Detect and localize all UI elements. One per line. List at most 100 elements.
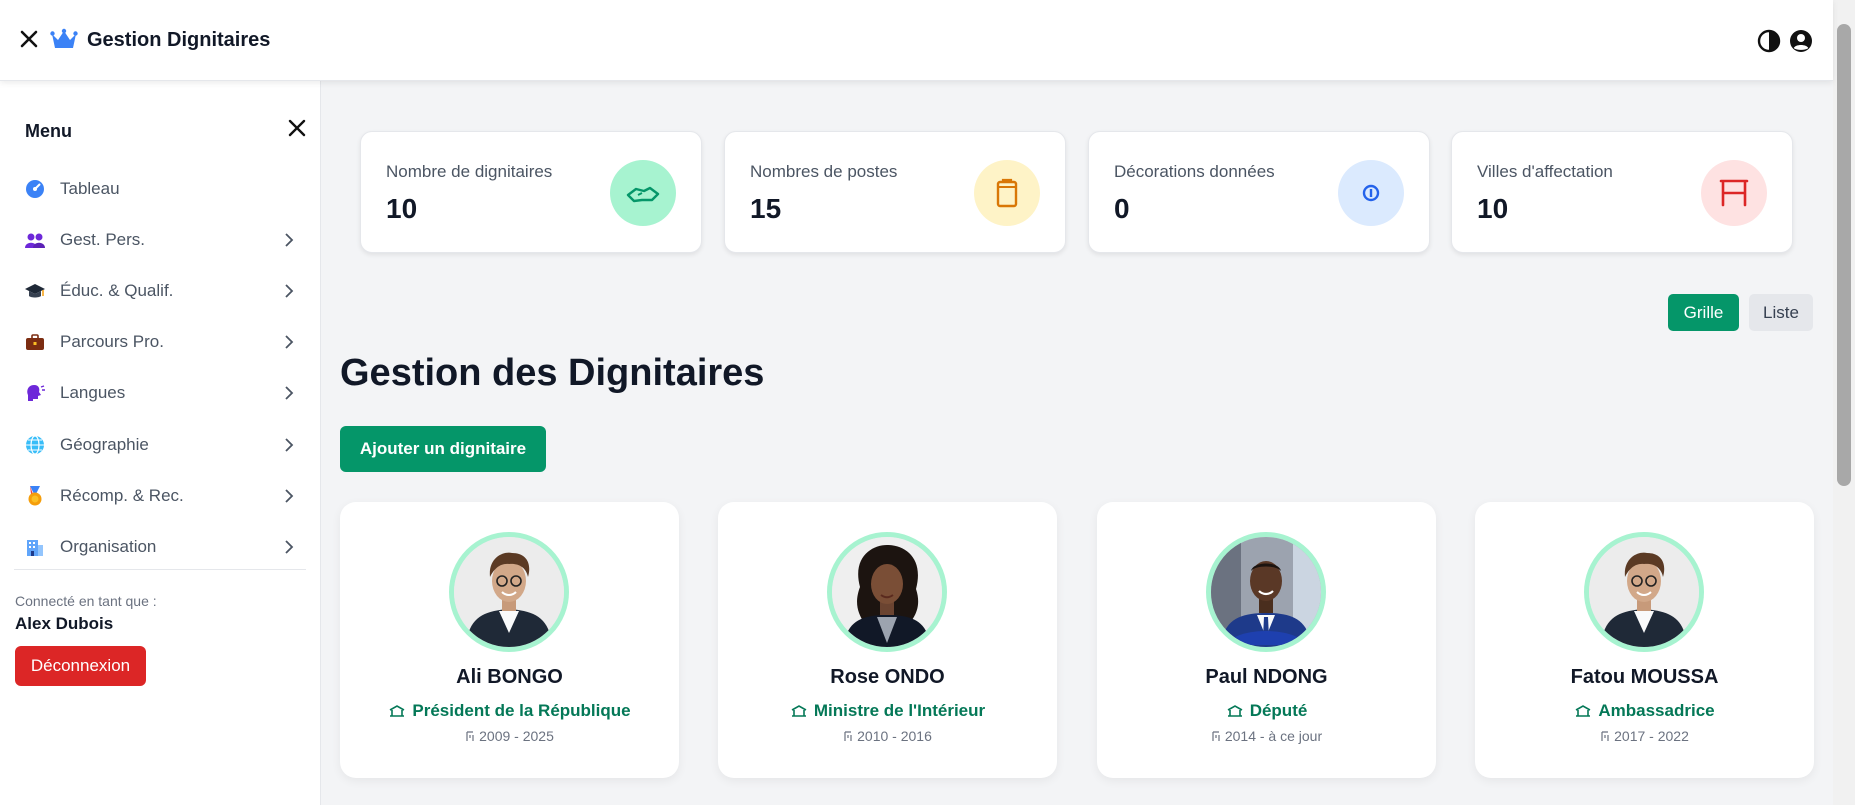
dignitary-role: Ambassadrice <box>1475 701 1814 721</box>
sidebar-divider <box>14 569 306 570</box>
dashboard-icon <box>24 178 46 200</box>
current-user-name: Alex Dubois <box>15 614 114 633</box>
dignitary-role-label: Ambassadrice <box>1598 701 1715 720</box>
sidebar-item-label: Gest. Pers. <box>60 230 146 249</box>
top-bar: Gestion Dignitaires <box>0 0 1833 81</box>
calendar-icon <box>844 731 852 741</box>
dignitary-years-label: 2009 - 2025 <box>479 728 554 744</box>
role-icon <box>389 705 405 717</box>
globe-icon <box>24 434 46 456</box>
app-title: Gestion Dignitaires <box>87 29 271 51</box>
stat-value: 10 <box>386 193 418 224</box>
page-scrollbar[interactable] <box>1833 0 1855 805</box>
stat-card-postes: Nombres de postes 15 <box>724 131 1066 253</box>
menu-title: Menu <box>25 121 72 141</box>
speaking-head-icon <box>24 382 46 404</box>
dignitary-years-label: 2010 - 2016 <box>857 728 932 744</box>
close-icon[interactable] <box>18 28 40 50</box>
sidebar-item-label: Géographie <box>60 435 149 454</box>
avatar <box>1584 532 1704 652</box>
dignitary-name: Paul NDONG <box>1205 666 1328 688</box>
dignitary-years: 2017 - 2022 <box>1475 728 1814 744</box>
dignitary-card[interactable]: Ali BONGO Président de la République 200… <box>340 502 679 778</box>
dignitary-name: Rose ONDO <box>830 666 945 688</box>
calendar-icon <box>1601 731 1609 741</box>
theme-toggle-icon[interactable] <box>1757 29 1781 53</box>
avatar <box>827 532 947 652</box>
chevron-right-icon <box>285 489 294 503</box>
calendar-icon <box>1212 731 1220 741</box>
dignitary-card[interactable]: Fatou MOUSSA Ambassadrice 2017 - 2022 <box>1475 502 1814 778</box>
connected-as-label: Connecté en tant que : <box>15 593 157 609</box>
stat-card-dignitaries: Nombre de dignitaires 10 <box>360 131 702 253</box>
dignitary-role: Député <box>1097 701 1436 721</box>
grid-view-button[interactable]: Grille <box>1668 294 1739 331</box>
sidebar-item-parcours-pro[interactable]: Parcours Pro. <box>24 322 300 362</box>
chevron-right-icon <box>285 386 294 400</box>
stat-label: Nombres de postes <box>750 162 898 181</box>
sidebar-item-label: Éduc. & Qualif. <box>60 281 174 300</box>
page-title: Gestion des Dignitaires <box>340 352 765 394</box>
dignitary-role-label: Député <box>1249 701 1308 720</box>
avatar <box>1206 532 1326 652</box>
dignitary-role-label: Président de la République <box>412 701 631 720</box>
dignitary-role: Ministre de l'Intérieur <box>718 701 1057 721</box>
avatar <box>449 532 569 652</box>
briefcase-icon <box>24 331 46 353</box>
dignitary-years: 2009 - 2025 <box>340 728 679 744</box>
list-view-button[interactable]: Liste <box>1749 294 1813 331</box>
role-icon <box>1227 705 1243 717</box>
scrollbar-thumb[interactable] <box>1837 24 1851 486</box>
people-icon <box>24 229 46 251</box>
sidebar-item-organisation[interactable]: Organisation <box>24 527 300 567</box>
sidebar-item-label: Langues <box>60 383 126 402</box>
user-account-icon[interactable] <box>1789 29 1813 53</box>
dignitary-years: 2010 - 2016 <box>718 728 1057 744</box>
chevron-right-icon <box>285 284 294 298</box>
role-icon <box>1575 705 1591 717</box>
handshake-icon <box>610 160 676 226</box>
medal-icon <box>24 485 46 507</box>
chevron-right-icon <box>285 438 294 452</box>
medal-icon <box>1338 160 1404 226</box>
dignitary-role-label: Ministre de l'Intérieur <box>813 701 986 720</box>
stat-label: Décorations données <box>1114 162 1275 181</box>
chevron-right-icon <box>285 335 294 349</box>
chevron-right-icon <box>285 233 294 247</box>
dignitary-years: 2014 - à ce jour <box>1097 728 1436 744</box>
stat-label: Nombre de dignitaires <box>386 162 553 181</box>
stat-value: 0 <box>1114 193 1130 224</box>
sidebar: Menu Tableau Gest. Pers. Éduc. & Qualif.… <box>0 81 321 805</box>
sidebar-item-label: Récomp. & Rec. <box>60 486 184 505</box>
close-menu-icon[interactable] <box>288 119 306 137</box>
sidebar-item-langues[interactable]: Langues <box>24 373 300 413</box>
dignitary-card[interactable]: Paul NDONG Député 2014 - à ce jour <box>1097 502 1436 778</box>
stat-value: 15 <box>750 193 782 224</box>
stat-card-decorations: Décorations données 0 <box>1088 131 1430 253</box>
sidebar-item-recomp-rec[interactable]: Récomp. & Rec. <box>24 476 300 516</box>
stat-value: 10 <box>1477 193 1509 224</box>
dignitary-years-label: 2014 - à ce jour <box>1224 728 1323 744</box>
dignitary-name: Fatou MOUSSA <box>1570 666 1719 688</box>
calendar-icon <box>466 731 474 741</box>
graduation-cap-icon <box>24 280 46 302</box>
building-icon <box>24 536 46 558</box>
dignitary-role: Président de la République <box>340 701 679 721</box>
logout-button[interactable]: Déconnexion <box>15 646 146 686</box>
stat-label: Villes d'affectation <box>1477 162 1613 181</box>
sidebar-item-geographie[interactable]: Géographie <box>24 425 300 465</box>
stat-card-villes: Villes d'affectation 10 <box>1451 131 1793 253</box>
city-icon <box>1701 160 1767 226</box>
dignitary-card[interactable]: Rose ONDO Ministre de l'Intérieur 2010 -… <box>718 502 1057 778</box>
dignitary-years-label: 2017 - 2022 <box>1614 728 1689 744</box>
sidebar-item-educ-qualif[interactable]: Éduc. & Qualif. <box>24 271 300 311</box>
dignitary-name: Ali BONGO <box>456 666 563 688</box>
chevron-right-icon <box>285 540 294 554</box>
clipboard-icon <box>974 160 1040 226</box>
add-dignitary-button[interactable]: Ajouter un dignitaire <box>340 426 546 472</box>
sidebar-item-label: Parcours Pro. <box>60 332 164 351</box>
sidebar-item-label: Organisation <box>60 537 157 556</box>
sidebar-item-gest-pers[interactable]: Gest. Pers. <box>24 220 300 260</box>
sidebar-item-label: Tableau <box>60 179 120 198</box>
sidebar-item-tableau[interactable]: Tableau <box>24 169 300 209</box>
